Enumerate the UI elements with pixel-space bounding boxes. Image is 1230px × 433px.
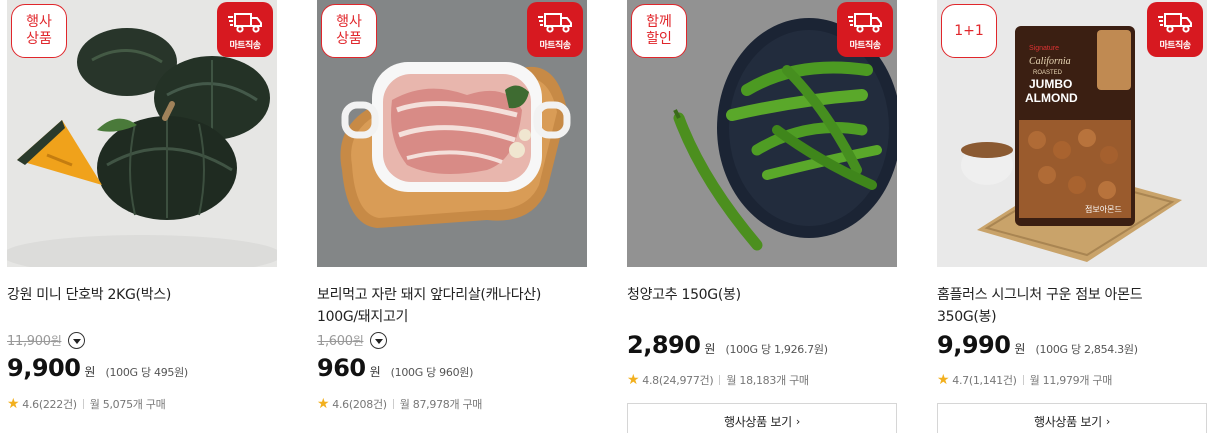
unit-price: (100G 당 495원) (105, 366, 188, 379)
star-icon: ★ (627, 372, 640, 388)
package-line2: ROASTED (1033, 70, 1063, 76)
product-image[interactable]: 행사 상품 마트직송 (317, 0, 587, 267)
button-label: 행사상품 보기 (1033, 414, 1102, 429)
price-row: 9,900 원 (100G 당 495원) (7, 354, 188, 382)
delivery-label: 마트직송 (1159, 41, 1191, 51)
product-card[interactable]: Signature California ROASTED JUMBO ALMON… (937, 0, 1207, 433)
package-line3: JUMBO (1029, 77, 1072, 91)
divider (392, 399, 394, 409)
sale-price: 9,990 (937, 331, 1011, 359)
monthly-purchases: 월 5,075개 구매 (89, 398, 166, 411)
star-icon: ★ (937, 372, 950, 388)
delivery-label: 마트직송 (849, 41, 881, 51)
button-label: 행사상품 보기 (723, 414, 792, 429)
view-promo-products-button[interactable]: 행사상품 보기 › (627, 403, 897, 433)
truck-icon (538, 13, 572, 33)
product-card[interactable]: 행사 상품 마트직송 보리먹고 자란 돼지 앞다리살(캐나다산) 100G/돼지… (317, 0, 587, 433)
rating: 4.8(24,977건) (642, 374, 714, 387)
unit-price: (100G 당 1,926.7원) (725, 343, 828, 356)
price-row: 2,890 원 (100G 당 1,926.7원) (627, 331, 828, 359)
chevron-right-icon: › (795, 414, 801, 428)
chevron-down-icon[interactable] (370, 331, 388, 349)
view-promo-products-button[interactable]: 행사상품 보기 › (937, 403, 1207, 433)
rating: 4.7(1,141건) (952, 374, 1017, 387)
package-brand: Signature (1029, 45, 1059, 52)
product-image[interactable]: 함께 할인 마트직송 (627, 0, 897, 267)
star-icon: ★ (317, 396, 330, 412)
sale-price: 9,900 (7, 354, 81, 382)
truck-icon (228, 13, 262, 33)
event-badge: 행사 상품 (321, 4, 377, 58)
delivery-label: 마트직송 (539, 41, 571, 51)
product-image[interactable]: 행사 상품 마트직송 (7, 0, 277, 267)
currency-label: 원 (1014, 342, 1026, 356)
truck-icon (1158, 13, 1192, 33)
product-name[interactable]: 보리먹고 자란 돼지 앞다리살(캐나다산) 100G/돼지고기 (317, 284, 587, 328)
currency-label: 원 (369, 365, 381, 379)
currency-label: 원 (704, 342, 716, 356)
original-price-row: 11,900원 (7, 330, 86, 350)
currency-label: 원 (84, 365, 96, 379)
monthly-purchases: 월 18,183개 구매 (726, 374, 809, 387)
rating: 4.6(222건) (22, 398, 77, 411)
rating-row: ★ 4.6(222건) 월 5,075개 구매 (7, 396, 166, 412)
price-row: 960 원 (100G 당 960원) (317, 354, 473, 382)
price-row: 9,990 원 (100G 당 2,854.3원) (937, 331, 1138, 359)
truck-icon (848, 13, 882, 33)
divider (1022, 375, 1024, 385)
package-line4: ALMOND (1025, 91, 1078, 105)
mart-delivery-badge: 마트직송 (837, 2, 893, 57)
product-grid: 행사 상품 마트직송 강원 미니 단호박 2KG(박스) 11,900원 9,9… (7, 0, 1230, 433)
sale-price: 960 (317, 354, 366, 382)
product-name[interactable]: 강원 미니 단호박 2KG(박스) (7, 284, 277, 306)
product-card[interactable]: 함께 할인 마트직송 청양고추 150G(봉) 2,890 원 (100G 당 … (627, 0, 897, 433)
rating-row: ★ 4.8(24,977건) 월 18,183개 구매 (627, 372, 809, 388)
rating: 4.6(208건) (332, 398, 387, 411)
original-price: 1,600원 (317, 333, 364, 349)
package-line1: California (1029, 56, 1071, 67)
divider (82, 399, 84, 409)
event-badge: 행사 상품 (11, 4, 67, 58)
rating-row: ★ 4.7(1,141건) 월 11,979개 구매 (937, 372, 1112, 388)
product-name[interactable]: 홈플러스 시그니처 구운 점보 아몬드 350G(봉) (937, 284, 1207, 328)
delivery-label: 마트직송 (229, 41, 261, 51)
unit-price: (100G 당 2,854.3원) (1035, 343, 1138, 356)
monthly-purchases: 월 87,978개 구매 (399, 398, 483, 411)
mart-delivery-badge: 마트직송 (217, 2, 273, 57)
divider (719, 375, 721, 385)
chevron-down-icon[interactable] (68, 331, 86, 349)
product-card[interactable]: 행사 상품 마트직송 강원 미니 단호박 2KG(박스) 11,900원 9,9… (7, 0, 277, 433)
chevron-right-icon: › (1105, 414, 1111, 428)
product-name[interactable]: 청양고추 150G(봉) (627, 284, 897, 306)
unit-price: (100G 당 960원) (390, 366, 474, 379)
rating-row: ★ 4.6(208건) 월 87,978개 구매 (317, 396, 482, 412)
original-price: 11,900원 (7, 333, 62, 349)
sale-price: 2,890 (627, 331, 701, 359)
mart-delivery-badge: 마트직송 (1147, 2, 1203, 57)
star-icon: ★ (7, 396, 20, 412)
monthly-purchases: 월 11,979개 구매 (1029, 374, 1113, 387)
event-badge: 함께 할인 (631, 4, 687, 58)
event-badge: 1+1 (941, 4, 997, 58)
original-price-row: 1,600원 (317, 330, 388, 350)
mart-delivery-badge: 마트직송 (527, 2, 583, 57)
package-korean: 점보아몬드 (1085, 204, 1122, 214)
product-image[interactable]: Signature California ROASTED JUMBO ALMON… (937, 0, 1207, 267)
